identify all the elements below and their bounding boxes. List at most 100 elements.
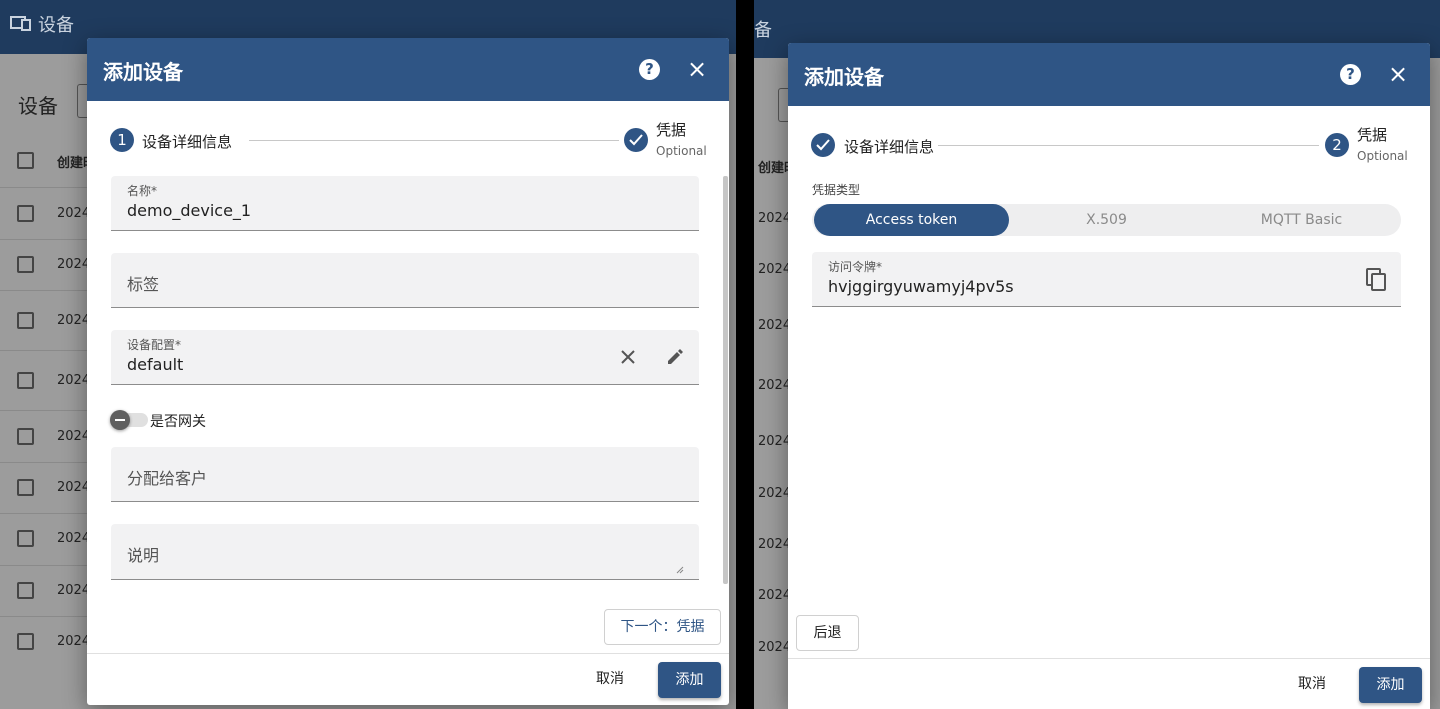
row-divider	[0, 513, 90, 514]
access-token-label: 访问令牌*	[828, 260, 883, 274]
step-2-optional: Optional	[1357, 149, 1408, 163]
name-label: 名称*	[127, 184, 158, 198]
row-date: 2024	[758, 640, 792, 655]
add-button[interactable]: 添加	[1359, 667, 1422, 703]
name-field[interactable]: 名称* demo_device_1	[111, 176, 699, 231]
dialog-header: 添加设备 ? ×	[788, 43, 1430, 106]
row-date: 2024	[57, 257, 91, 272]
row-divider	[0, 187, 90, 188]
devices-icon	[10, 16, 31, 31]
assign-customer-placeholder: 分配给客户	[127, 469, 208, 488]
access-token-value[interactable]: hvjggirgyuwamyj4pv5s	[828, 277, 1014, 296]
resize-handle-icon[interactable]	[676, 566, 684, 574]
row-date: 2024	[57, 583, 91, 598]
left-screen: 设备 设备 创建时 2024 2024 2024 2024 2024 2024 …	[0, 0, 736, 709]
row-date: 2024	[57, 206, 91, 221]
device-profile-label: 设备配置*	[127, 338, 182, 352]
row-divider	[0, 462, 90, 463]
row-checkbox[interactable]	[17, 372, 34, 389]
row-divider	[0, 410, 90, 411]
step-2-label[interactable]: 凭据	[656, 119, 686, 140]
label-field[interactable]: 标签	[111, 253, 699, 308]
row-divider	[0, 616, 90, 617]
page-title: 设备	[18, 94, 58, 118]
scrollbar[interactable]	[723, 176, 728, 584]
row-date: 2024	[758, 318, 792, 333]
row-divider	[0, 239, 90, 240]
step-2-check-icon[interactable]	[624, 128, 648, 152]
row-date: 2024	[57, 480, 91, 495]
cancel-button[interactable]: 取消	[1282, 666, 1342, 702]
row-date: 2024	[758, 588, 792, 603]
row-divider	[0, 350, 90, 351]
row-checkbox[interactable]	[17, 530, 34, 547]
step-1-label[interactable]: 设备详细信息	[844, 136, 934, 157]
credential-type-mqtt-basic[interactable]: MQTT Basic	[1204, 204, 1399, 236]
assign-customer-field[interactable]: 分配给客户	[111, 447, 699, 502]
dialog-title: 添加设备	[804, 65, 884, 89]
row-divider	[0, 290, 90, 291]
add-device-dialog: 添加设备 ? × 设备详细信息 2 凭据 Optional 凭据类型 Acces…	[788, 43, 1430, 709]
dialog-header: 添加设备 ? ×	[87, 38, 729, 101]
row-date: 2024	[57, 634, 91, 649]
row-checkbox[interactable]	[17, 205, 34, 222]
description-field[interactable]: 说明	[111, 524, 699, 580]
step-1-check-icon[interactable]	[811, 133, 835, 157]
footer-divider	[788, 658, 1430, 659]
row-date: 2024	[57, 373, 91, 388]
description-placeholder: 说明	[127, 546, 160, 565]
access-token-field[interactable]: 访问令牌* hvjggirgyuwamyj4pv5s	[812, 252, 1401, 307]
row-checkbox[interactable]	[17, 256, 34, 273]
row-checkbox[interactable]	[17, 633, 34, 650]
row-checkbox[interactable]	[17, 428, 34, 445]
credential-type-access-token[interactable]: Access token	[814, 204, 1009, 236]
row-date: 2024	[758, 486, 792, 501]
gateway-label: 是否网关	[150, 414, 206, 430]
app-title: 设备	[38, 15, 74, 36]
add-button[interactable]: 添加	[658, 662, 721, 698]
edit-icon[interactable]	[665, 347, 685, 367]
close-icon[interactable]: ×	[1386, 62, 1410, 86]
row-date: 2024	[57, 313, 91, 328]
close-icon[interactable]: ×	[685, 57, 709, 81]
row-date: 2024	[758, 378, 792, 393]
stepper-line	[938, 145, 1319, 146]
help-icon[interactable]: ?	[1340, 64, 1361, 85]
name-value[interactable]: demo_device_1	[127, 201, 251, 220]
row-date: 2024	[758, 537, 792, 552]
credentials-type-label: 凭据类型	[812, 183, 861, 197]
help-icon[interactable]: ?	[639, 59, 660, 80]
row-date: 2024	[758, 434, 792, 449]
credential-type-x509[interactable]: X.509	[1009, 204, 1204, 236]
dialog-title: 添加设备	[103, 60, 183, 84]
add-device-dialog: 添加设备 ? × 1 设备详细信息 凭据 Optional 名称* demo_d…	[87, 38, 729, 705]
label-placeholder: 标签	[127, 275, 160, 294]
back-button[interactable]: 后退	[796, 615, 859, 651]
footer-divider	[87, 653, 729, 654]
device-profile-value[interactable]: default	[127, 355, 183, 374]
credentials-type-toggle: Access token X.509 MQTT Basic	[812, 204, 1401, 236]
row-date: 2024	[57, 531, 91, 546]
row-date: 2024	[758, 262, 792, 277]
row-date: 2024	[57, 429, 91, 444]
clear-icon[interactable]	[620, 349, 636, 365]
row-checkbox[interactable]	[17, 582, 34, 599]
right-screen: 备 创建时 2024 2024 2024 2024 2024 2024 2024…	[754, 0, 1440, 709]
stepper-line	[249, 140, 619, 141]
device-profile-field[interactable]: 设备配置* default	[111, 330, 699, 385]
row-checkbox[interactable]	[17, 479, 34, 496]
gateway-toggle-thumb[interactable]	[110, 410, 130, 430]
cancel-button[interactable]: 取消	[580, 661, 640, 697]
copy-icon[interactable]	[1366, 268, 1388, 292]
select-all-checkbox[interactable]	[17, 152, 34, 169]
app-title-partial: 备	[754, 20, 772, 41]
step-1-number[interactable]: 1	[110, 128, 134, 152]
row-divider	[0, 565, 90, 566]
step-2-label[interactable]: 凭据	[1357, 124, 1387, 145]
step-2-number[interactable]: 2	[1325, 133, 1349, 157]
row-date: 2024	[758, 211, 792, 226]
row-checkbox[interactable]	[17, 312, 34, 329]
step-2-optional: Optional	[656, 144, 707, 158]
step-1-label[interactable]: 设备详细信息	[142, 131, 232, 152]
next-credentials-button[interactable]: 下一个：凭据	[604, 609, 721, 645]
